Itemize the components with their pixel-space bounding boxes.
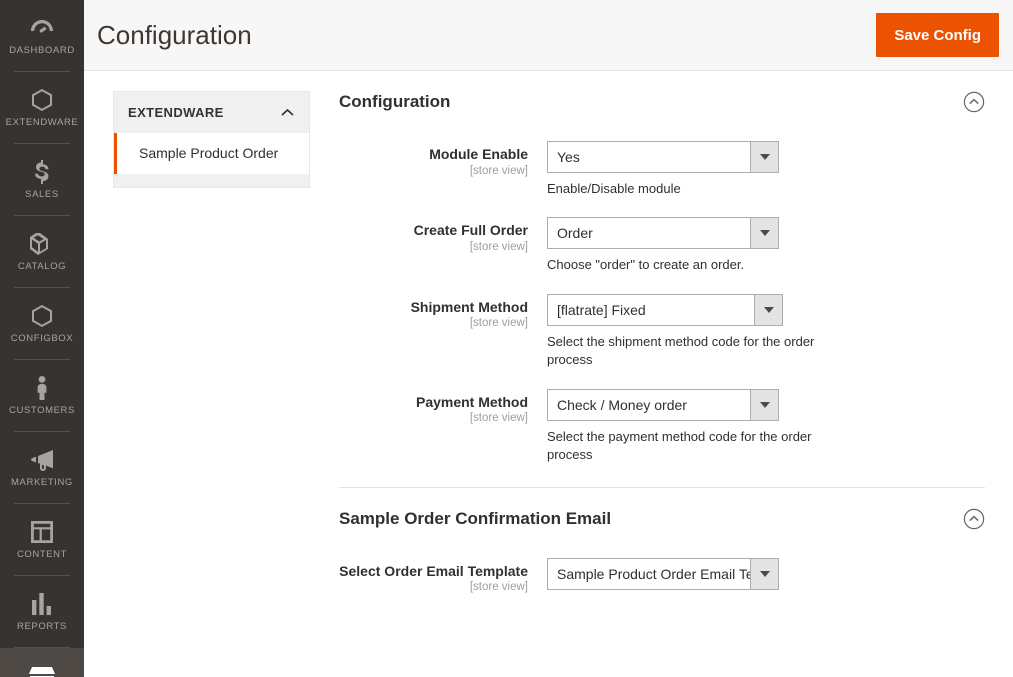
payment-method-select[interactable]: Check / Money order [547,388,779,421]
config-nav-group-label: EXTENDWARE [128,105,224,120]
field-scope: [store view] [469,164,528,177]
config-nav-item-label: Sample Product Order [139,145,279,161]
field-label-wrap: Select Order Email Template [store view] [339,558,547,594]
field-control: Sample Product Order Email Ten [547,557,985,590]
hexagon-icon [31,304,53,328]
select-value: [flatrate] Fixed [557,301,646,318]
sidebar-item-label: CATALOG [17,260,67,272]
barchart-icon [31,592,53,616]
field-label: Select Order Email Template [339,562,528,579]
field-label-wrap: Module Enable [store view] [339,141,547,177]
sidebar-item-label: DASHBOARD [9,44,75,56]
save-config-button[interactable]: Save Config [876,13,999,57]
content-area: Configuration Save Config EXTENDWARE Sam… [84,0,1013,677]
section-header-sample-order-confirmation-email[interactable]: Sample Order Confirmation Email [339,508,985,532]
sidebar-item-dashboard[interactable]: DASHBOARD [0,0,84,71]
field-note: Enable/Disable module [547,181,681,196]
select-value: Yes [557,149,580,165]
field-scope: [store view] [469,412,528,425]
sidebar-item-marketing[interactable]: MARKETING [0,432,84,503]
field-label: Create Full Order [413,222,528,239]
sidebar-item-catalog[interactable]: CATALOG [0,216,84,287]
field-payment-method: Payment Method [store view] Check / Mone… [339,388,985,465]
sidebar-item-label: CONTENT [16,548,68,560]
field-label: Payment Method [415,393,528,410]
field-select-order-email-template: Select Order Email Template [store view]… [339,557,985,594]
layout-icon [30,520,54,544]
sidebar-item-extendware[interactable]: EXTENDWARE [0,72,84,143]
field-shipment-method: Shipment Method [store view] [flatrate] … [339,293,985,370]
field-control: Check / Money order Select the payment m… [547,388,985,465]
page-body: EXTENDWARE Sample Product Order Configur… [84,71,1013,677]
sidebar-item-label: REPORTS [17,620,67,632]
create-full-order-select[interactable]: Order [547,217,779,250]
select-value: Sample Product Order Email Ten [557,565,750,582]
field-scope: [store view] [469,240,528,253]
section-title: Configuration [339,92,451,111]
page-header: Configuration Save Config [84,0,1013,71]
module-enable-select[interactable]: Yes [547,141,779,173]
admin-sidebar: DASHBOARD EXTENDWARE SALES CATALOG CONFI… [0,0,84,677]
sidebar-item-sales[interactable]: SALES [0,144,84,215]
config-section-nav: EXTENDWARE Sample Product Order [113,91,310,188]
field-label: Module Enable [429,146,528,162]
sidebar-item-label: SALES [25,188,59,200]
megaphone-icon [30,448,54,472]
chevron-down-icon[interactable] [750,142,778,172]
chevron-down-icon[interactable] [750,558,778,589]
sidebar-item-customers[interactable]: CUSTOMERS [0,360,84,431]
field-module-enable: Module Enable [store view] Yes Enable/Di… [339,141,985,198]
field-label-wrap: Shipment Method [store view] [339,294,547,330]
store-icon [29,664,55,677]
config-form: Configuration Module Enable [store view] [339,91,985,612]
field-label-wrap: Create Full Order [store view] [339,217,547,253]
sidebar-item-label: CUSTOMERS [9,404,75,416]
sidebar-item-reports[interactable]: REPORTS [0,576,84,647]
circle-chevron-up-icon[interactable] [963,91,985,113]
sidebar-item-label: EXTENDWARE [5,116,79,128]
section-header-configuration[interactable]: Configuration [339,91,985,115]
field-label-wrap: Payment Method [store view] [339,389,547,425]
field-label: Shipment Method [410,298,528,315]
config-nav-group-extendware[interactable]: EXTENDWARE [114,92,309,133]
field-scope: [store view] [469,581,528,594]
hexagon-icon [31,88,53,112]
config-nav-item-sample-product-order[interactable]: Sample Product Order [114,133,309,174]
section-fields-email: Select Order Email Template [store view]… [339,532,985,594]
admin-page: DASHBOARD EXTENDWARE SALES CATALOG CONFI… [0,0,1013,677]
field-control: Order Choose "order" to create an order. [547,217,985,274]
sidebar-item-label: MARKETING [11,476,73,488]
sidebar-item-label: CONFIGBOX [10,332,74,344]
field-note: Select the payment method code for the o… [547,428,812,463]
section-divider [339,486,985,488]
dashboard-icon [30,16,54,40]
chevron-down-icon[interactable] [750,218,778,249]
section-title: Sample Order Confirmation Email [339,508,612,528]
sidebar-item-configbox[interactable]: CONFIGBOX [0,288,84,359]
field-control: [flatrate] Fixed Select the shipment met… [547,293,985,370]
field-scope: [store view] [469,317,528,330]
field-note: Select the shipment method code for the … [547,333,815,368]
config-nav-items: Sample Product Order [114,133,309,174]
select-value: Check / Money order [557,396,687,413]
circle-chevron-up-icon[interactable] [963,508,985,530]
section-fields-configuration: Module Enable [store view] Yes Enable/Di… [339,115,985,465]
chevron-up-icon [281,108,294,117]
field-note: Choose "order" to create an order. [547,257,745,273]
page-title: Configuration [97,19,252,50]
chevron-down-icon[interactable] [750,389,778,420]
box-icon [30,232,54,256]
sidebar-item-stores[interactable]: STORES [0,648,84,677]
person-icon [35,375,49,400]
field-control: Yes Enable/Disable module [547,141,985,198]
chevron-down-icon[interactable] [754,294,782,325]
sidebar-item-content[interactable]: CONTENT [0,504,84,575]
dollar-icon [35,159,49,184]
field-create-full-order: Create Full Order [store view] Order Cho… [339,217,985,274]
shipment-method-select[interactable]: [flatrate] Fixed [547,293,783,326]
order-email-template-select[interactable]: Sample Product Order Email Ten [547,557,779,590]
select-value: Order [557,225,593,242]
